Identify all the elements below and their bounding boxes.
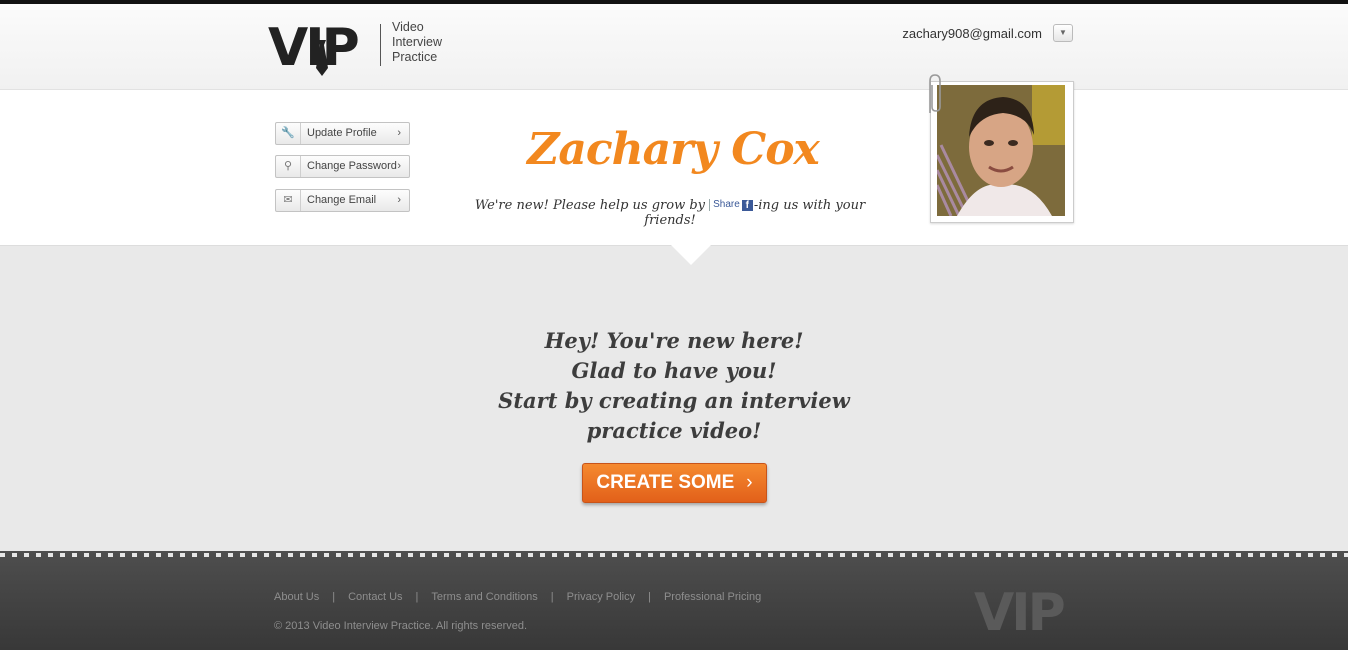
profile-photo-frame[interactable] — [930, 81, 1074, 223]
tie-icon — [316, 40, 328, 76]
footer-links: About Us | Contact Us | Terms and Conditions… — [274, 591, 761, 603]
logo-tagline: Video Interview Practice — [392, 20, 472, 65]
footer-separator: | — [550, 591, 554, 603]
section-notch — [671, 245, 711, 265]
logo-tagline-line: Interview — [392, 35, 443, 49]
change-password-button[interactable]: ⚲ Change Password › — [275, 155, 410, 178]
footer-link-pricing[interactable]: Professional Pricing — [664, 591, 761, 603]
chevron-right-icon: › — [397, 127, 401, 139]
paperclip-icon — [929, 74, 941, 113]
welcome-line: Start by creating an interview — [498, 388, 850, 413]
chevron-right-icon: › — [397, 194, 401, 206]
welcome-line: Hey! You're new here! — [544, 328, 804, 353]
change-email-button[interactable]: ✉ Change Email › — [275, 189, 410, 212]
footer-logo: VIP — [974, 583, 1066, 643]
update-profile-label: Update Profile — [307, 127, 377, 139]
change-email-label: Change Email — [307, 194, 377, 206]
footer-separator: | — [332, 591, 336, 603]
footer-separator: | — [415, 591, 419, 603]
facebook-icon: f — [741, 200, 753, 211]
share-prompt: We're new! Please help us grow by Share f… — [460, 198, 880, 228]
user-email[interactable]: zachary908@gmail.com — [880, 26, 1042, 41]
footer-link-privacy[interactable]: Privacy Policy — [567, 591, 635, 603]
profile-photo-image — [937, 85, 1065, 216]
share-prefix: We're new! Please help us grow by — [474, 198, 705, 213]
wrench-icon: 🔧 — [276, 123, 301, 144]
profile-name: Zachary Cox — [527, 124, 820, 175]
change-password-label: Change Password — [307, 160, 397, 172]
facebook-share-button[interactable]: Share f — [709, 199, 754, 211]
footer-link-about-us[interactable]: About Us — [274, 591, 319, 603]
logo-divider — [380, 24, 381, 66]
footer-link-terms[interactable]: Terms and Conditions — [431, 591, 537, 603]
footer-link-contact-us[interactable]: Contact Us — [348, 591, 402, 603]
site-header: VIP Video Interview Practice zachary908@… — [0, 4, 1348, 90]
copyright-notice: © 2013 Video Interview Practice. All rig… — [274, 620, 528, 632]
footer-dotted-border — [0, 551, 1348, 559]
chevron-down-icon: ▼ — [1059, 28, 1067, 37]
share-button-label: Share — [713, 199, 740, 210]
welcome-line: practice video! — [586, 418, 762, 443]
chevron-right-icon: › — [746, 472, 753, 493]
profile-photo — [937, 85, 1065, 216]
envelope-icon: ✉ — [276, 190, 301, 211]
logo-mark: VIP — [268, 18, 360, 78]
update-profile-button[interactable]: 🔧 Update Profile › — [275, 122, 410, 145]
create-some-button[interactable]: CREATE SOME › — [582, 463, 767, 503]
user-menu-button[interactable]: ▼ — [1053, 24, 1073, 42]
logo-tagline-line: Video — [392, 20, 424, 34]
create-some-label: CREATE SOME — [596, 472, 735, 493]
welcome-message: Hey! You're new here! Glad to have you! … — [474, 326, 874, 446]
welcome-line: Glad to have you! — [571, 358, 777, 383]
key-icon: ⚲ — [276, 156, 301, 177]
logo-tagline-line: Practice — [392, 50, 438, 64]
footer-separator: | — [648, 591, 651, 603]
chevron-right-icon: › — [397, 160, 401, 172]
